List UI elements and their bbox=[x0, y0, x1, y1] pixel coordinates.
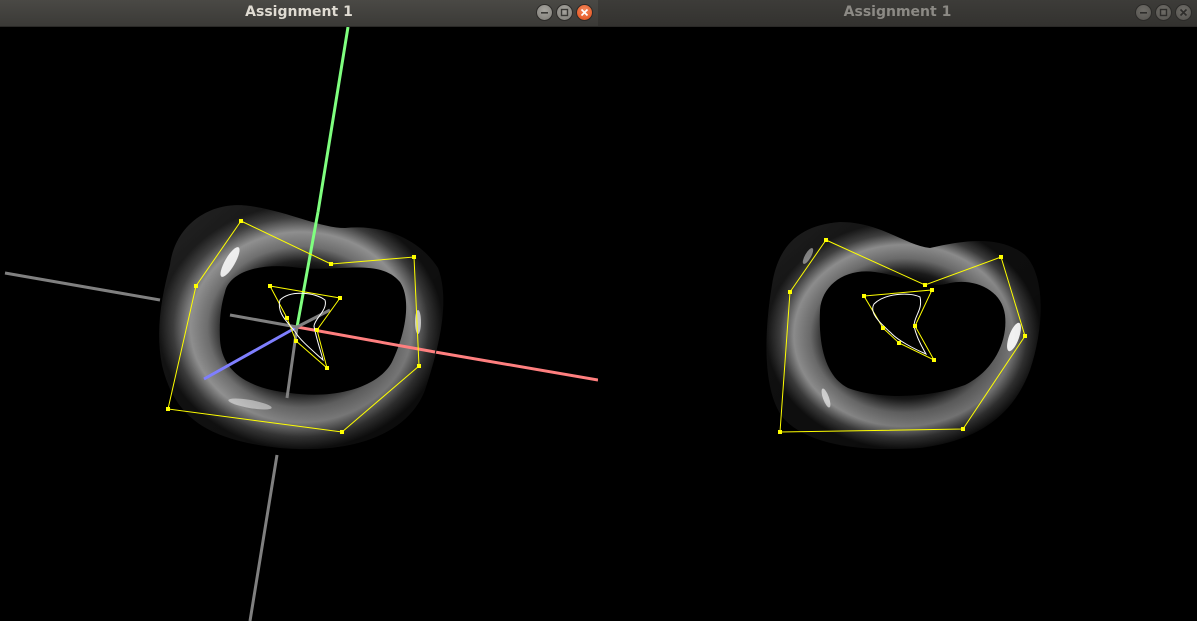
desktop: Assignment 1 Assignment 1 bbox=[0, 0, 1197, 621]
control-point[interactable] bbox=[338, 296, 342, 300]
right-window[interactable]: Assignment 1 bbox=[598, 0, 1197, 621]
control-point[interactable] bbox=[862, 294, 866, 298]
left-maximize-button[interactable] bbox=[556, 4, 573, 21]
control-point[interactable] bbox=[315, 328, 319, 332]
control-point[interactable] bbox=[961, 427, 965, 431]
control-point[interactable] bbox=[1023, 334, 1027, 338]
left-gl-viewport[interactable] bbox=[0, 27, 598, 621]
left-close-button[interactable] bbox=[576, 4, 593, 21]
left-window-controls bbox=[536, 4, 593, 21]
left-minimize-button[interactable] bbox=[536, 4, 553, 21]
control-point[interactable] bbox=[417, 364, 421, 368]
right-maximize-button[interactable] bbox=[1155, 4, 1172, 21]
axis-neg-y bbox=[248, 454, 279, 621]
control-point[interactable] bbox=[932, 358, 936, 362]
control-point[interactable] bbox=[930, 288, 934, 292]
right-window-title: Assignment 1 bbox=[843, 4, 952, 20]
left-titlebar[interactable]: Assignment 1 bbox=[0, 0, 598, 27]
right-minimize-button[interactable] bbox=[1135, 4, 1152, 21]
control-point[interactable] bbox=[268, 284, 272, 288]
control-point[interactable] bbox=[166, 407, 170, 411]
axis-neg-y-inner bbox=[285, 326, 299, 399]
control-point[interactable] bbox=[325, 366, 329, 370]
control-point[interactable] bbox=[194, 284, 198, 288]
close-icon bbox=[580, 8, 589, 17]
right-window-controls bbox=[1135, 4, 1192, 21]
control-point[interactable] bbox=[340, 430, 344, 434]
control-point[interactable] bbox=[788, 290, 792, 294]
left-window[interactable]: Assignment 1 bbox=[0, 0, 598, 621]
control-point[interactable] bbox=[881, 326, 885, 330]
minimize-icon bbox=[1140, 12, 1147, 14]
minimize-icon bbox=[541, 12, 548, 14]
control-point[interactable] bbox=[329, 262, 333, 266]
control-point[interactable] bbox=[923, 283, 927, 287]
control-point[interactable] bbox=[239, 219, 243, 223]
axis-pos-y-top bbox=[316, 27, 350, 213]
axis-pos-x-right bbox=[434, 350, 598, 382]
control-point[interactable] bbox=[999, 255, 1003, 259]
control-point[interactable] bbox=[897, 341, 901, 345]
control-point[interactable] bbox=[412, 255, 416, 259]
control-point[interactable] bbox=[294, 339, 298, 343]
right-close-button[interactable] bbox=[1175, 4, 1192, 21]
inner-control-polygon bbox=[862, 288, 936, 362]
axis-neg-x bbox=[4, 271, 161, 302]
right-titlebar[interactable]: Assignment 1 bbox=[598, 0, 1197, 27]
right-gl-viewport[interactable] bbox=[598, 27, 1197, 621]
close-icon bbox=[1179, 8, 1188, 17]
control-point[interactable] bbox=[285, 316, 289, 320]
control-point[interactable] bbox=[778, 430, 782, 434]
control-point[interactable] bbox=[824, 238, 828, 242]
maximize-icon bbox=[560, 8, 569, 17]
control-point[interactable] bbox=[913, 324, 917, 328]
left-window-title: Assignment 1 bbox=[245, 4, 353, 20]
maximize-icon bbox=[1159, 8, 1168, 17]
